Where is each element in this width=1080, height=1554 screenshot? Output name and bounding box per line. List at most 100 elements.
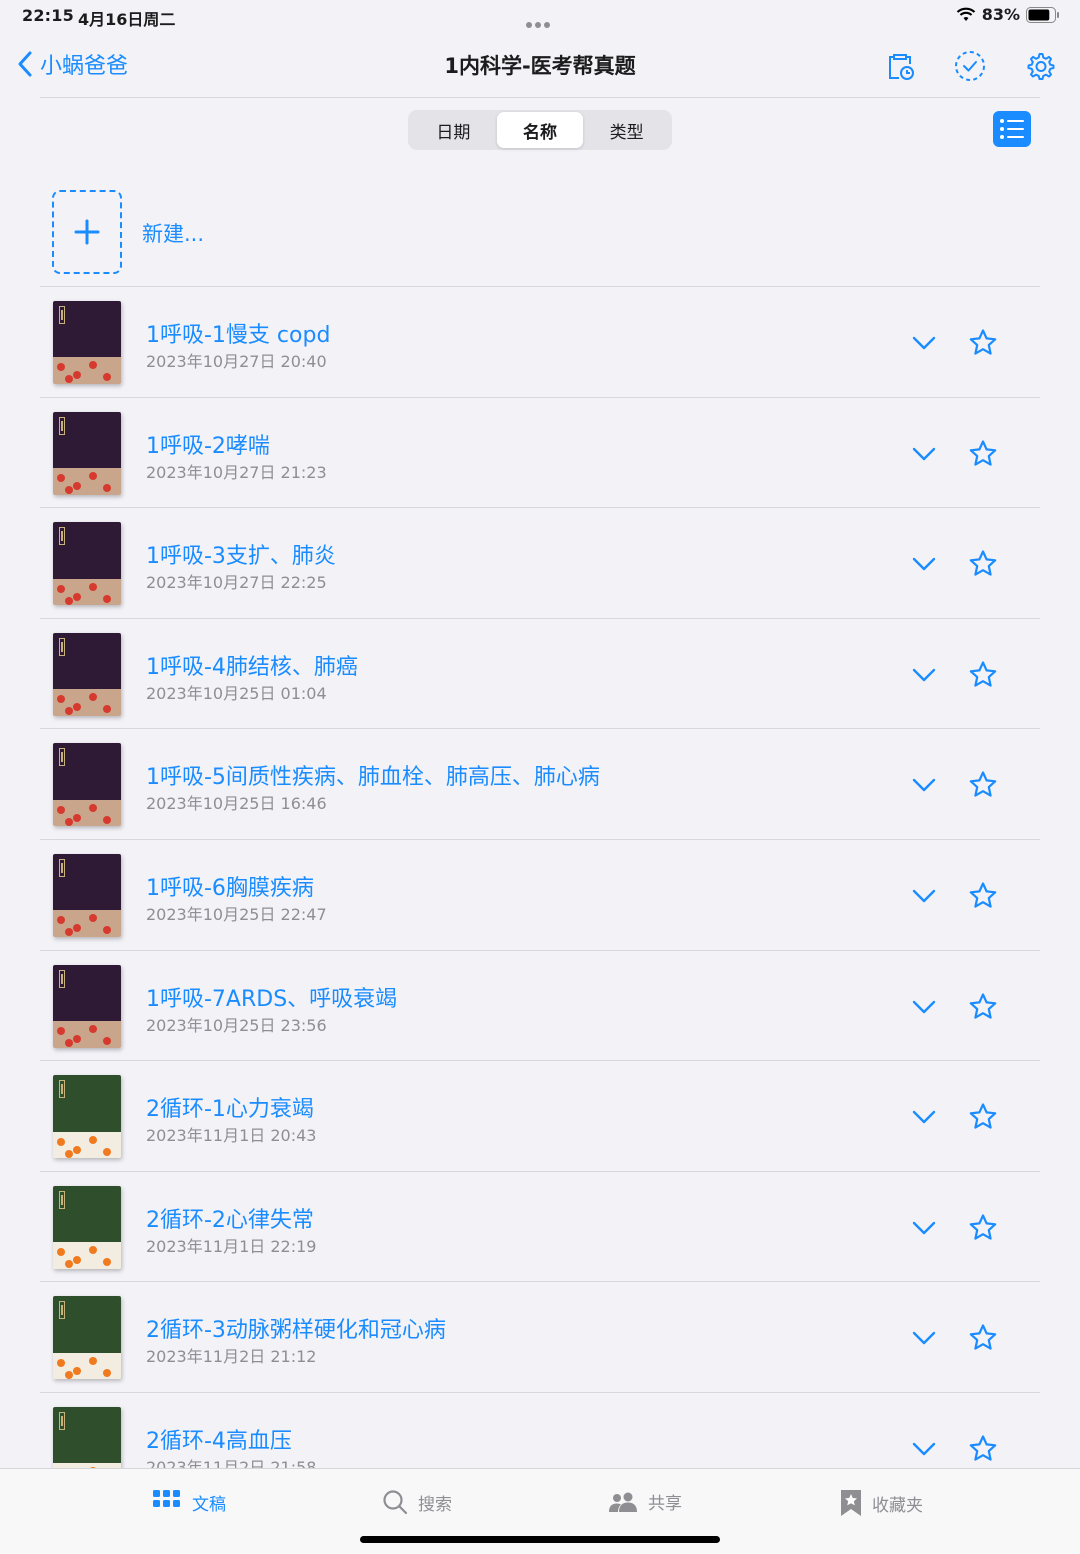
gear-icon[interactable] [1020, 46, 1060, 86]
chevron-down-icon[interactable] [908, 438, 940, 470]
document-thumbnail[interactable] [53, 743, 121, 827]
star-icon[interactable] [965, 989, 1001, 1025]
chevron-down-icon[interactable] [908, 769, 940, 801]
sort-option-name[interactable]: 名称 [496, 112, 584, 148]
list-view-button[interactable] [993, 111, 1031, 147]
star-icon[interactable] [965, 325, 1001, 361]
document-title[interactable]: 2循环-3动脉粥样硬化和冠心病 [146, 1312, 446, 1344]
tab-search-label: 搜索 [418, 1494, 452, 1515]
star-icon[interactable] [965, 767, 1001, 803]
tab-shared-label: 共享 [648, 1494, 682, 1514]
star-icon[interactable] [965, 1320, 1001, 1356]
battery-percent: 83% [981, 5, 1020, 24]
multitasking-dots-icon[interactable] [526, 13, 556, 28]
document-date: 2023年10月25日 23:56 [146, 1015, 327, 1035]
people-icon [609, 1492, 637, 1512]
document-thumbnail[interactable] [53, 411, 121, 495]
chevron-down-icon[interactable] [908, 880, 940, 912]
chevron-down-icon[interactable] [908, 1322, 940, 1354]
document-date: 2023年11月1日 22:19 [146, 1236, 317, 1256]
document-thumbnail[interactable] [53, 522, 121, 606]
document-row[interactable]: 1呼吸-7ARDS、呼吸衰竭 2023年10月25日 23:56 [40, 951, 1040, 1062]
sort-option-type[interactable]: 类型 [583, 112, 670, 148]
tab-documents-label: 文稿 [192, 1494, 226, 1515]
new-document-row: 新建... [40, 188, 1040, 286]
document-thumbnail[interactable] [53, 1185, 121, 1269]
plus-icon [74, 219, 100, 245]
document-row[interactable]: 1呼吸-4肺结核、肺癌 2023年10月25日 01:04 [40, 619, 1040, 730]
document-thumbnail[interactable] [53, 1296, 121, 1380]
chevron-down-icon[interactable] [908, 1433, 940, 1465]
back-label: 小蜗爸爸 [40, 54, 129, 79]
star-icon[interactable] [965, 1210, 1001, 1246]
document-date: 2023年10月27日 22:25 [146, 573, 327, 593]
chevron-down-icon[interactable] [908, 659, 940, 691]
document-title[interactable]: 2循环-4高血压 [146, 1423, 292, 1455]
document-title[interactable]: 2循环-2心律失常 [146, 1202, 314, 1234]
document-title[interactable]: 1呼吸-2哮喘 [146, 428, 270, 460]
chevron-down-icon[interactable] [908, 1212, 940, 1244]
document-date: 2023年11月2日 21:12 [146, 1347, 317, 1367]
document-date: 2023年11月1日 20:43 [146, 1126, 317, 1146]
new-document-button[interactable] [52, 190, 122, 274]
tab-search[interactable]: 搜索 [382, 1489, 452, 1515]
dashed-check-circle-icon[interactable] [950, 46, 990, 86]
chevron-down-icon[interactable] [908, 1101, 940, 1133]
document-thumbnail[interactable] [53, 632, 121, 716]
document-title[interactable]: 1呼吸-7ARDS、呼吸衰竭 [146, 981, 397, 1013]
document-title[interactable]: 1呼吸-3支扩、肺炎 [146, 538, 336, 570]
home-indicator [360, 1536, 720, 1543]
clipboard-clock-icon[interactable] [880, 46, 920, 86]
status-time: 22:15 [22, 6, 74, 25]
tab-documents[interactable]: 文稿 [152, 1489, 226, 1515]
document-thumbnail[interactable] [53, 301, 121, 384]
nav-actions [880, 46, 1060, 86]
chevron-down-icon[interactable] [908, 327, 940, 359]
back-button[interactable]: 小蜗爸爸 [16, 48, 128, 80]
document-title[interactable]: 1呼吸-1慢支 copd [146, 317, 330, 349]
tab-shared[interactable]: 共享 [608, 1489, 682, 1514]
tab-favorites[interactable]: 收藏夹 [840, 1489, 923, 1517]
list-icon [1000, 119, 1024, 139]
document-date: 2023年10月27日 20:40 [146, 352, 327, 371]
document-title[interactable]: 2循环-1心力衰竭 [146, 1091, 314, 1123]
document-thumbnail[interactable] [53, 1075, 121, 1159]
new-document-label[interactable]: 新建... [142, 218, 204, 248]
document-date: 2023年10月25日 16:46 [146, 794, 327, 814]
sort-option-date[interactable]: 日期 [410, 112, 497, 148]
search-icon [383, 1490, 408, 1515]
document-row[interactable]: 2循环-1心力衰竭 2023年11月1日 20:43 [40, 1061, 1040, 1172]
nav-divider [40, 97, 1040, 98]
wifi-icon [956, 7, 975, 21]
document-date: 2023年10月25日 22:47 [146, 904, 327, 924]
star-icon[interactable] [965, 1099, 1001, 1135]
document-thumbnail[interactable] [53, 964, 121, 1048]
document-date: 2023年10月27日 21:23 [146, 462, 327, 482]
navigation-bar: 小蜗爸爸 1内科学-医考帮真题 [0, 36, 1080, 98]
chevron-down-icon[interactable] [908, 548, 940, 580]
document-date: 2023年10月25日 01:04 [146, 683, 327, 703]
star-icon[interactable] [965, 878, 1001, 914]
chevron-left-icon [18, 51, 32, 77]
star-icon[interactable] [965, 546, 1001, 582]
document-thumbnail[interactable] [53, 853, 121, 937]
document-row[interactable]: 2循环-3动脉粥样硬化和冠心病 2023年11月2日 21:12 [40, 1282, 1040, 1393]
document-row[interactable]: 1呼吸-2哮喘 2023年10月27日 21:23 [40, 398, 1040, 509]
star-icon[interactable] [965, 657, 1001, 693]
star-icon[interactable] [965, 436, 1001, 472]
grid-icon [153, 1490, 180, 1507]
star-icon[interactable] [965, 1431, 1001, 1467]
document-title[interactable]: 1呼吸-4肺结核、肺癌 [146, 649, 358, 681]
tab-favorites-label: 收藏夹 [872, 1495, 923, 1516]
document-title[interactable]: 1呼吸-6胸膜疾病 [146, 870, 314, 902]
status-bar: 22:15 4月16日周二 83% [0, 0, 1080, 32]
sort-segmented-control: 日期 名称 类型 [408, 110, 672, 150]
document-row[interactable]: 1呼吸-6胸膜疾病 2023年10月25日 22:47 [40, 840, 1040, 951]
chevron-down-icon[interactable] [908, 991, 940, 1023]
document-row[interactable]: 1呼吸-5间质性疾病、肺血栓、肺高压、肺心病 2023年10月25日 16:46 [40, 729, 1040, 840]
document-title[interactable]: 1呼吸-5间质性疾病、肺血栓、肺高压、肺心病 [146, 759, 600, 791]
document-row[interactable]: 1呼吸-3支扩、肺炎 2023年10月27日 22:25 [40, 508, 1040, 619]
document-row[interactable]: 2循环-2心律失常 2023年11月1日 22:19 [40, 1172, 1040, 1283]
document-row[interactable]: 1呼吸-1慢支 copd 2023年10月27日 20:40 [40, 287, 1040, 398]
status-indicators: 83% [956, 5, 1060, 24]
